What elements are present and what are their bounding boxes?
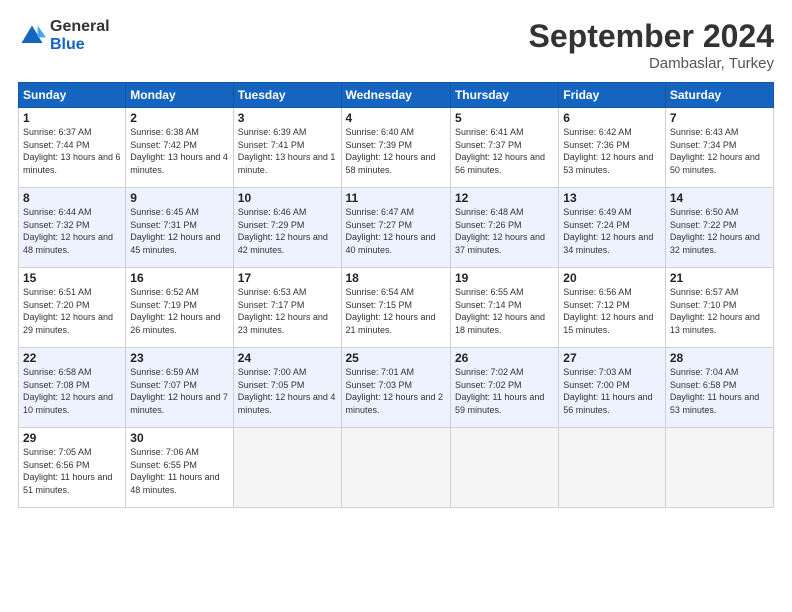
table-row: [233, 428, 341, 508]
col-friday: Friday: [559, 83, 666, 108]
table-row: 2 Sunrise: 6:38 AMSunset: 7:42 PMDayligh…: [126, 108, 233, 188]
table-row: 25 Sunrise: 7:01 AMSunset: 7:03 PMDaylig…: [341, 348, 450, 428]
table-row: 15 Sunrise: 6:51 AMSunset: 7:20 PMDaylig…: [19, 268, 126, 348]
table-row: 6 Sunrise: 6:42 AMSunset: 7:36 PMDayligh…: [559, 108, 666, 188]
table-row: [665, 428, 773, 508]
table-row: 21 Sunrise: 6:57 AMSunset: 7:10 PMDaylig…: [665, 268, 773, 348]
table-row: 3 Sunrise: 6:39 AMSunset: 7:41 PMDayligh…: [233, 108, 341, 188]
table-row: 24 Sunrise: 7:00 AMSunset: 7:05 PMDaylig…: [233, 348, 341, 428]
table-row: 4 Sunrise: 6:40 AMSunset: 7:39 PMDayligh…: [341, 108, 450, 188]
col-thursday: Thursday: [450, 83, 558, 108]
table-row: 14 Sunrise: 6:50 AMSunset: 7:22 PMDaylig…: [665, 188, 773, 268]
header-row: Sunday Monday Tuesday Wednesday Thursday…: [19, 83, 774, 108]
logo: General Blue: [18, 18, 110, 53]
logo-blue: Blue: [50, 36, 110, 54]
table-row: 7 Sunrise: 6:43 AMSunset: 7:34 PMDayligh…: [665, 108, 773, 188]
col-monday: Monday: [126, 83, 233, 108]
table-row: 23 Sunrise: 6:59 AMSunset: 7:07 PMDaylig…: [126, 348, 233, 428]
col-sunday: Sunday: [19, 83, 126, 108]
table-row: 17 Sunrise: 6:53 AMSunset: 7:17 PMDaylig…: [233, 268, 341, 348]
table-row: 10 Sunrise: 6:46 AMSunset: 7:29 PMDaylig…: [233, 188, 341, 268]
location-subtitle: Dambaslar, Turkey: [529, 55, 774, 72]
week-row: 8 Sunrise: 6:44 AMSunset: 7:32 PMDayligh…: [19, 188, 774, 268]
col-saturday: Saturday: [665, 83, 773, 108]
week-row: 15 Sunrise: 6:51 AMSunset: 7:20 PMDaylig…: [19, 268, 774, 348]
col-tuesday: Tuesday: [233, 83, 341, 108]
table-row: [341, 428, 450, 508]
table-row: 16 Sunrise: 6:52 AMSunset: 7:19 PMDaylig…: [126, 268, 233, 348]
table-row: [450, 428, 558, 508]
table-row: 1 Sunrise: 6:37 AMSunset: 7:44 PMDayligh…: [19, 108, 126, 188]
table-row: 8 Sunrise: 6:44 AMSunset: 7:32 PMDayligh…: [19, 188, 126, 268]
logo-text: General Blue: [50, 18, 110, 53]
week-row: 22 Sunrise: 6:58 AMSunset: 7:08 PMDaylig…: [19, 348, 774, 428]
calendar-table: Sunday Monday Tuesday Wednesday Thursday…: [18, 82, 774, 508]
table-row: [559, 428, 666, 508]
table-row: 19 Sunrise: 6:55 AMSunset: 7:14 PMDaylig…: [450, 268, 558, 348]
title-block: September 2024 Dambaslar, Turkey: [529, 18, 774, 72]
calendar-page: General Blue September 2024 Dambaslar, T…: [0, 0, 792, 612]
logo-icon: [18, 22, 46, 50]
logo-general: General: [50, 18, 110, 36]
week-row: 1 Sunrise: 6:37 AMSunset: 7:44 PMDayligh…: [19, 108, 774, 188]
table-row: 27 Sunrise: 7:03 AMSunset: 7:00 PMDaylig…: [559, 348, 666, 428]
table-row: 13 Sunrise: 6:49 AMSunset: 7:24 PMDaylig…: [559, 188, 666, 268]
col-wednesday: Wednesday: [341, 83, 450, 108]
table-row: 30 Sunrise: 7:06 AMSunset: 6:55 PMDaylig…: [126, 428, 233, 508]
table-row: 12 Sunrise: 6:48 AMSunset: 7:26 PMDaylig…: [450, 188, 558, 268]
table-row: 28 Sunrise: 7:04 AMSunset: 6:58 PMDaylig…: [665, 348, 773, 428]
table-row: 22 Sunrise: 6:58 AMSunset: 7:08 PMDaylig…: [19, 348, 126, 428]
table-row: 9 Sunrise: 6:45 AMSunset: 7:31 PMDayligh…: [126, 188, 233, 268]
month-title: September 2024: [529, 18, 774, 55]
table-row: 29 Sunrise: 7:05 AMSunset: 6:56 PMDaylig…: [19, 428, 126, 508]
header: General Blue September 2024 Dambaslar, T…: [18, 18, 774, 72]
week-row: 29 Sunrise: 7:05 AMSunset: 6:56 PMDaylig…: [19, 428, 774, 508]
table-row: 20 Sunrise: 6:56 AMSunset: 7:12 PMDaylig…: [559, 268, 666, 348]
table-row: 26 Sunrise: 7:02 AMSunset: 7:02 PMDaylig…: [450, 348, 558, 428]
table-row: 11 Sunrise: 6:47 AMSunset: 7:27 PMDaylig…: [341, 188, 450, 268]
table-row: 5 Sunrise: 6:41 AMSunset: 7:37 PMDayligh…: [450, 108, 558, 188]
table-row: 18 Sunrise: 6:54 AMSunset: 7:15 PMDaylig…: [341, 268, 450, 348]
